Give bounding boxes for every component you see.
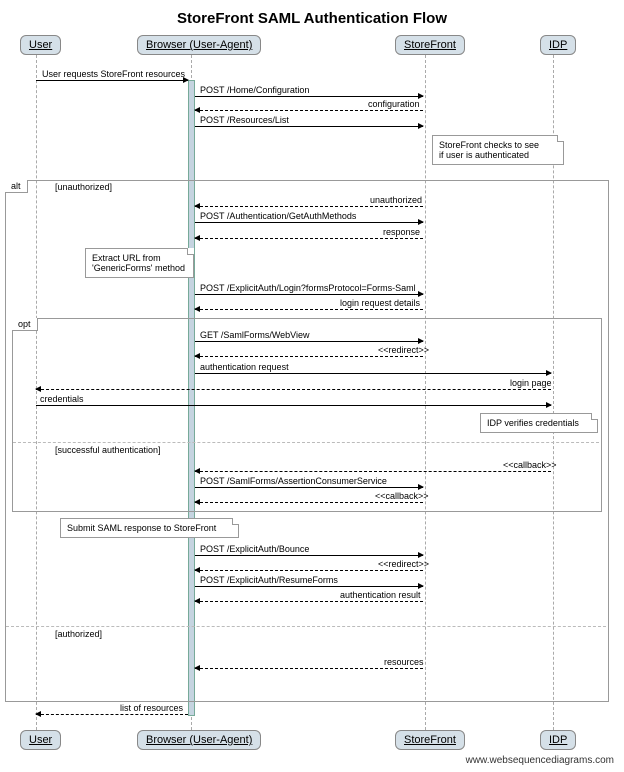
msg-unauthorized: unauthorized (370, 195, 422, 205)
note-submit-saml: Submit SAML response to StoreFront (60, 518, 239, 538)
participant-browser: Browser (User-Agent) (137, 35, 261, 55)
arrow-m5 (195, 206, 423, 207)
participant-user-bottom: User (20, 730, 61, 750)
watermark: www.websequencediagrams.com (466, 755, 614, 766)
note-auth-check: StoreFront checks to see if user is auth… (432, 135, 564, 165)
msg-bounce: POST /ExplicitAuth/Bounce (200, 544, 309, 554)
arrow-m18 (195, 555, 423, 556)
msg-login-details: login request details (340, 298, 420, 308)
msg-resources-list: POST /Resources/List (200, 115, 289, 125)
cond-successful: [successful authentication] (55, 445, 161, 455)
msg-configuration: configuration (368, 99, 420, 109)
arrow-m23 (36, 714, 188, 715)
msg-credentials: credentials (40, 394, 84, 404)
arrow-m7 (195, 238, 423, 239)
note-idp-verifies: IDP verifies credentials (480, 413, 598, 433)
arrow-m13 (36, 389, 551, 390)
participant-browser-bottom: Browser (User-Agent) (137, 730, 261, 750)
arrow-m4 (195, 126, 423, 127)
msg-callback1: <<callback>> (503, 460, 557, 470)
msg-home-config: POST /Home/Configuration (200, 85, 309, 95)
msg-auth-request: authentication request (200, 362, 289, 372)
divider-authorized (6, 626, 606, 627)
note-extract-url: Extract URL from 'GenericForms' method (85, 248, 194, 278)
frame-label-opt: opt (12, 318, 38, 331)
arrow-m6 (195, 222, 423, 223)
arrow-m20 (195, 586, 423, 587)
frame-label-alt: alt (5, 180, 28, 193)
arrow-m11 (195, 356, 423, 357)
cond-authorized: [authorized] (55, 629, 102, 639)
arrow-m2 (195, 96, 423, 97)
arrow-m21 (195, 601, 423, 602)
msg-explicit-login: POST /ExplicitAuth/Login?formsProtocol=F… (200, 283, 416, 293)
arrow-m14 (36, 405, 551, 406)
msg-getauthmethods: POST /Authentication/GetAuthMethods (200, 211, 356, 221)
arrow-m17 (195, 502, 423, 503)
arrow-m10 (195, 341, 423, 342)
participant-idp-bottom: IDP (540, 730, 576, 750)
divider-successful (13, 442, 599, 443)
msg-login-page: login page (510, 378, 552, 388)
msg-redirect2: <<redirect>> (378, 559, 429, 569)
arrow-m1 (36, 80, 188, 81)
msg-response: response (383, 227, 420, 237)
arrow-m19 (195, 570, 423, 571)
msg-acs: POST /SamlForms/AssertionConsumerService (200, 476, 387, 486)
arrow-m9 (195, 309, 423, 310)
arrow-m22 (195, 668, 423, 669)
participant-idp: IDP (540, 35, 576, 55)
arrow-m16 (195, 487, 423, 488)
arrow-m3 (195, 110, 423, 111)
cond-unauthorized: [unauthorized] (55, 182, 112, 192)
msg-list-resources: list of resources (120, 703, 183, 713)
participant-storefront-bottom: StoreFront (395, 730, 465, 750)
msg-request-resources: User requests StoreFront resources (42, 69, 185, 79)
arrow-m15 (195, 471, 551, 472)
arrow-m12 (195, 373, 551, 374)
msg-webview: GET /SamlForms/WebView (200, 330, 310, 340)
participant-user: User (20, 35, 61, 55)
msg-auth-result: authentication result (340, 590, 421, 600)
msg-callback2: <<callback>> (375, 491, 429, 501)
participant-storefront: StoreFront (395, 35, 465, 55)
msg-resources: resources (384, 657, 424, 667)
arrow-m8 (195, 294, 423, 295)
msg-resume: POST /ExplicitAuth/ResumeForms (200, 575, 338, 585)
diagram-title: StoreFront SAML Authentication Flow (0, 0, 624, 35)
msg-redirect1: <<redirect>> (378, 345, 429, 355)
